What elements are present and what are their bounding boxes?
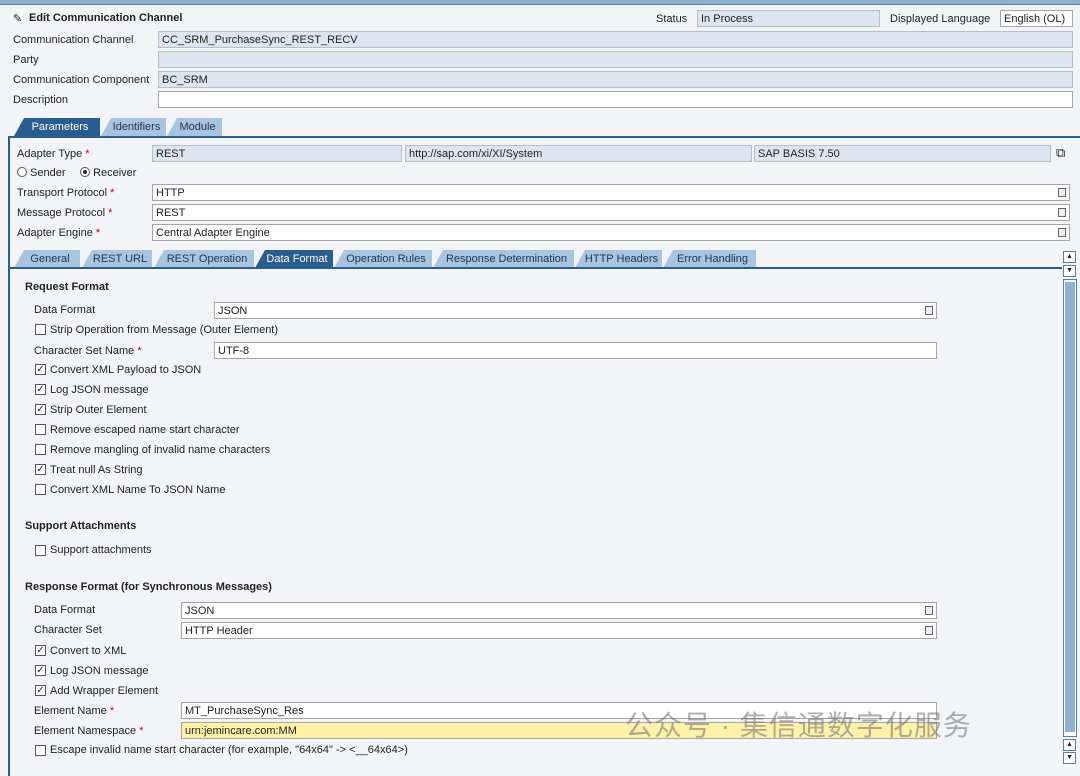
- party-field: [158, 51, 1073, 68]
- subtab-http-headers[interactable]: HTTP Headers: [575, 250, 662, 268]
- charset-label: Character Set Name *: [34, 345, 142, 357]
- support-attachments-heading: Support Attachments: [25, 520, 137, 532]
- escape-label: Escape invalid name start character (for…: [50, 744, 408, 756]
- component-label: Communication Component: [13, 74, 150, 86]
- scrollbar-track[interactable]: [1063, 279, 1077, 737]
- copy-icon[interactable]: ⧉: [1056, 145, 1065, 161]
- subtab-rest-operation[interactable]: REST Operation: [154, 250, 254, 268]
- component-field: BC_SRM: [158, 71, 1073, 88]
- radio-receiver[interactable]: Receiver: [80, 166, 136, 180]
- scrollbar-thumb[interactable]: [1065, 282, 1075, 732]
- request-format-heading: Request Format: [25, 281, 109, 293]
- strip-operation-checkbox[interactable]: [35, 324, 46, 335]
- subtab-data-format[interactable]: Data Format: [255, 250, 333, 268]
- subtab-error-handling[interactable]: Error Handling: [663, 250, 756, 268]
- channel-label: Communication Channel: [13, 34, 134, 46]
- adapter-namespace-field: http://sap.com/xi/XI/System: [405, 145, 752, 162]
- charset-input[interactable]: UTF-8: [214, 342, 937, 359]
- response-data-format-label: Data Format: [34, 604, 96, 616]
- tab-identifiers[interactable]: Identifiers: [101, 118, 166, 136]
- option-label: Convert to XML: [50, 645, 127, 657]
- message-protocol-select[interactable]: REST: [152, 204, 1070, 221]
- option-label: Add Wrapper Element: [50, 685, 159, 697]
- option-checkbox[interactable]: ✓: [35, 364, 46, 375]
- option-checkbox[interactable]: ✓: [35, 645, 46, 656]
- option-label: Remove escaped name start character: [50, 424, 240, 436]
- strip-operation-label: Strip Operation from Message (Outer Elem…: [50, 324, 279, 336]
- response-data-format-select[interactable]: JSON: [181, 602, 937, 619]
- option-checkbox[interactable]: ✓: [35, 665, 46, 676]
- subtab-general[interactable]: General: [14, 250, 80, 268]
- language-select[interactable]: English (OL): [1000, 10, 1073, 27]
- tab-parameters[interactable]: Parameters: [14, 118, 100, 136]
- description-input[interactable]: [158, 91, 1073, 108]
- subtab-rest-url[interactable]: REST URL: [82, 250, 152, 268]
- option-label: Convert XML Name To JSON Name: [50, 484, 226, 496]
- transport-label: Transport Protocol *: [17, 187, 115, 199]
- option-label: Strip Outer Element: [50, 404, 147, 416]
- response-charset-select[interactable]: HTTP Header: [181, 622, 937, 639]
- option-label: Log JSON message: [50, 384, 149, 396]
- transport-select[interactable]: HTTP: [152, 184, 1070, 201]
- subtab-operation-rules[interactable]: Operation Rules: [334, 250, 432, 268]
- top-bar: [0, 0, 1080, 5]
- subtab-divider: [10, 267, 1062, 269]
- scroll-up-button-2[interactable]: ▲: [1063, 739, 1076, 751]
- subtab-response-determination[interactable]: Response Determination: [433, 250, 574, 268]
- adapter-type-label: Adapter Type *: [17, 148, 90, 160]
- channel-field: CC_SRM_PurchaseSync_REST_RECV: [158, 31, 1073, 48]
- adapter-engine-label: Adapter Engine *: [17, 227, 101, 239]
- request-data-format-select[interactable]: JSON: [214, 302, 937, 319]
- status-field: In Process: [697, 10, 880, 27]
- language-label: Displayed Language: [890, 13, 991, 25]
- scroll-up-button[interactable]: ▲: [1063, 251, 1076, 263]
- option-checkbox[interactable]: [35, 444, 46, 455]
- option-checkbox[interactable]: ✓: [35, 384, 46, 395]
- request-data-format-label: Data Format: [34, 304, 96, 316]
- message-protocol-label: Message Protocol *: [17, 207, 113, 219]
- scroll-down-button[interactable]: ▼: [1063, 265, 1076, 277]
- status-label: Status: [656, 13, 688, 25]
- response-format-heading: Response Format (for Synchronous Message…: [25, 581, 272, 593]
- element-name-label: Element Name *: [34, 705, 115, 717]
- radio-sender[interactable]: Sender: [17, 166, 66, 180]
- escape-checkbox[interactable]: [35, 745, 46, 756]
- page-title: Edit Communication Channel: [29, 12, 183, 24]
- adapter-engine-select[interactable]: Central Adapter Engine: [152, 224, 1070, 241]
- option-checkbox[interactable]: [35, 484, 46, 495]
- option-label: Log JSON message: [50, 665, 149, 677]
- option-checkbox[interactable]: [35, 424, 46, 435]
- response-charset-label: Character Set: [34, 624, 102, 636]
- option-label: Treat null As String: [50, 464, 143, 476]
- watermark: 公众号 · 集信通数字化服务: [625, 710, 972, 741]
- adapter-version-field: SAP BASIS 7.50: [754, 145, 1051, 162]
- support-attachments-checkbox[interactable]: [35, 545, 46, 556]
- option-label: Convert XML Payload to JSON: [50, 364, 202, 376]
- scroll-down-button-2[interactable]: ▼: [1063, 752, 1076, 764]
- description-label: Description: [13, 94, 69, 106]
- support-attachments-label: Support attachments: [50, 544, 152, 556]
- option-label: Remove mangling of invalid name characte…: [50, 444, 271, 456]
- party-label: Party: [13, 54, 39, 66]
- option-checkbox[interactable]: ✓: [35, 404, 46, 415]
- element-namespace-label: Element Namespace *: [34, 725, 144, 737]
- option-checkbox[interactable]: ✓: [35, 685, 46, 696]
- tab-module[interactable]: Module: [167, 118, 222, 136]
- option-checkbox[interactable]: ✓: [35, 464, 46, 475]
- adapter-type-field: REST: [152, 145, 402, 162]
- channel-icon: ✎: [13, 13, 23, 25]
